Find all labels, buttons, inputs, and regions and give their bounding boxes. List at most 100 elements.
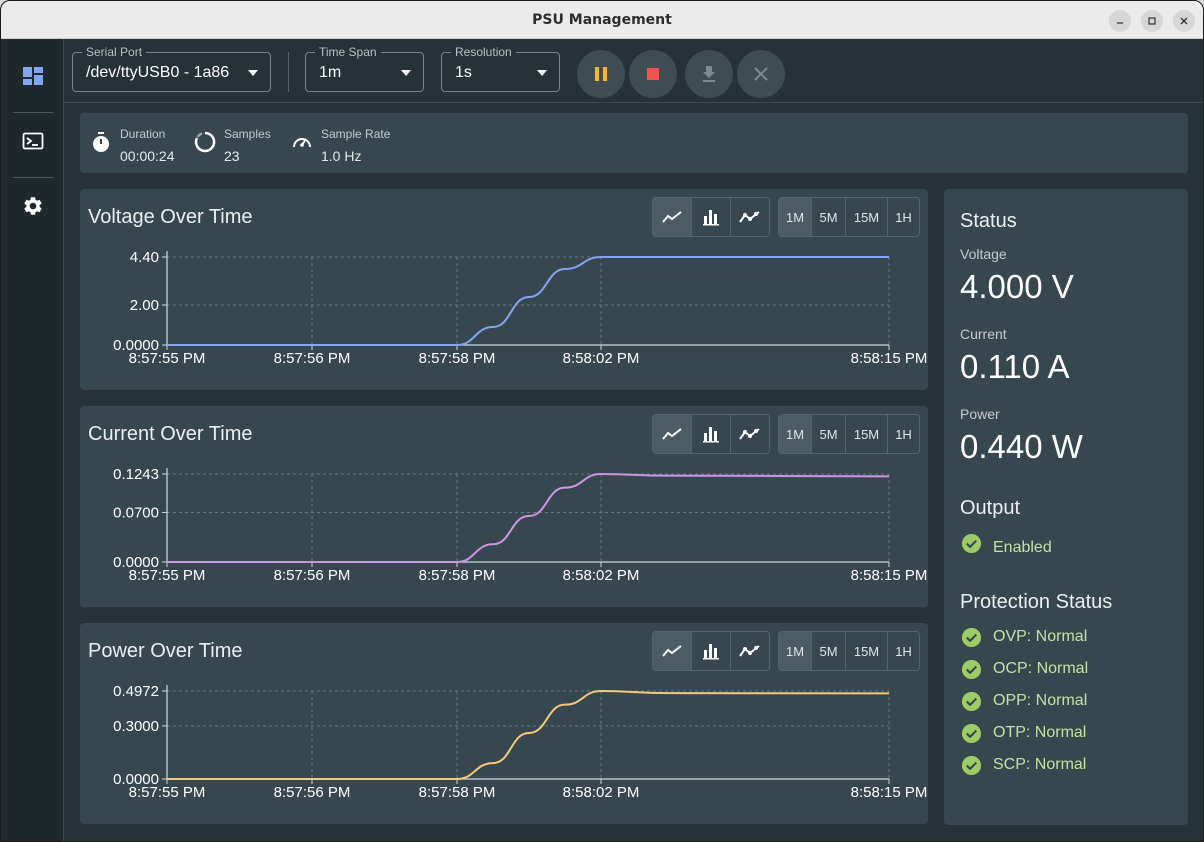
duration-label: Duration bbox=[120, 127, 166, 141]
protection-item: OCP: Normal bbox=[961, 658, 1088, 680]
dashboard-icon[interactable] bbox=[21, 64, 45, 88]
check-circle-icon bbox=[961, 691, 982, 711]
y-tick-label: 2.00 bbox=[130, 297, 159, 314]
x-tick-label: 8:57:58 PM bbox=[419, 350, 496, 367]
duration-value: 00:00:24 bbox=[120, 148, 175, 164]
bar-chart-icon[interactable] bbox=[692, 415, 731, 453]
current-chart-card: Current Over Time 1M 5M 15M 1H 0.1243 0.0700 0.… bbox=[80, 406, 928, 607]
voltage-chart-title: Voltage Over Time bbox=[88, 206, 253, 228]
protection-item-label: OVP: Normal bbox=[993, 628, 1088, 645]
time-span-select[interactable]: Time Span 1m bbox=[305, 45, 424, 92]
maximize-icon[interactable] bbox=[1141, 10, 1163, 32]
x-tick-label: 8:58:15 PM bbox=[851, 350, 928, 367]
voltage-value: 4.000 V bbox=[960, 268, 1074, 305]
settings-icon[interactable] bbox=[21, 194, 45, 218]
current-label: Current bbox=[960, 326, 1007, 342]
download-icon bbox=[703, 66, 715, 82]
line-chart-icon[interactable] bbox=[653, 415, 692, 453]
current-chart-title: Current Over Time bbox=[88, 423, 253, 445]
power-chart-plot: 0.49720.30000.00008:57:55 PM 8:57:56 PM 8:… bbox=[113, 683, 927, 801]
voltage-chart-plot: 4.402.000.00008:57:55 PM 8:57:56 PM 8:57:5… bbox=[113, 249, 928, 367]
check-circle-icon bbox=[961, 723, 982, 743]
current-chart-plot: 0.12430.07000.00008:57:55 PM 8:57:56 PM 8:… bbox=[113, 466, 928, 584]
samples-icon bbox=[194, 131, 216, 153]
y-tick-label: 0.4972 bbox=[113, 683, 159, 700]
output-status: Enabled bbox=[961, 532, 1052, 556]
serial-port-label: Serial Port bbox=[82, 45, 147, 59]
window-title: PSU Management bbox=[532, 11, 672, 28]
range-1h-button[interactable]: 1H bbox=[888, 415, 919, 453]
range-1m-button[interactable]: 1M bbox=[779, 632, 812, 670]
protection-title: Protection Status bbox=[960, 591, 1113, 613]
range-15m-button[interactable]: 15M bbox=[846, 198, 888, 236]
range-1m-button[interactable]: 1M bbox=[779, 198, 812, 236]
check-circle-icon bbox=[961, 627, 982, 647]
x-tick-label: 8:57:55 PM bbox=[129, 567, 206, 584]
x-tick-label: 8:57:56 PM bbox=[274, 350, 351, 367]
range-1h-button[interactable]: 1H bbox=[888, 198, 919, 236]
resolution-value: 1s bbox=[455, 64, 472, 81]
y-tick-label: 0.0700 bbox=[113, 504, 159, 521]
x-tick-label: 8:58:15 PM bbox=[851, 567, 928, 584]
sidebar bbox=[1, 39, 64, 841]
clear-button[interactable] bbox=[737, 50, 785, 98]
range-5m-button[interactable]: 5M bbox=[812, 632, 846, 670]
current-series-line bbox=[166, 472, 890, 563]
check-circle-icon bbox=[961, 755, 982, 775]
range-5m-button[interactable]: 5M bbox=[812, 415, 846, 453]
range-5m-button[interactable]: 5M bbox=[812, 198, 846, 236]
sample-rate-label: Sample Rate bbox=[321, 127, 391, 141]
protection-item: OPP: Normal bbox=[961, 690, 1087, 712]
x-tick-label: 8:57:55 PM bbox=[129, 784, 206, 801]
y-tick-label: 0.1243 bbox=[113, 466, 159, 483]
protection-item-label: OPP: Normal bbox=[993, 692, 1088, 709]
samples-label: Samples bbox=[224, 127, 271, 141]
scatter-line-icon[interactable] bbox=[731, 198, 769, 236]
sample-rate-value: 1.0 Hz bbox=[321, 148, 362, 164]
protection-item: OTP: Normal bbox=[961, 722, 1086, 744]
terminal-icon[interactable] bbox=[21, 129, 45, 153]
pause-icon bbox=[595, 67, 607, 81]
download-button[interactable] bbox=[685, 50, 733, 98]
range-15m-button[interactable]: 15M bbox=[846, 632, 888, 670]
power-chart-title: Power Over Time bbox=[88, 640, 243, 662]
chart-type-toggle bbox=[652, 631, 770, 671]
samples-value: 23 bbox=[224, 148, 240, 164]
status-panel: Status Voltage 4.000 V Current 0.110 A P… bbox=[944, 189, 1188, 825]
output-title: Output bbox=[960, 497, 1021, 519]
scatter-line-icon[interactable] bbox=[731, 415, 769, 453]
time-span-value: 1m bbox=[319, 64, 342, 81]
bar-chart-icon[interactable] bbox=[692, 632, 731, 670]
status-title: Status bbox=[960, 210, 1017, 232]
minimize-icon[interactable] bbox=[1109, 10, 1131, 32]
serial-port-select[interactable]: Serial Port /dev/ttyUSB0 - 1a86 bbox=[72, 45, 271, 92]
close-icon[interactable] bbox=[1173, 10, 1195, 32]
range-1h-button[interactable]: 1H bbox=[888, 632, 919, 670]
speedometer-icon bbox=[293, 138, 311, 148]
chevron-down-icon bbox=[248, 70, 258, 76]
line-chart-icon[interactable] bbox=[653, 632, 692, 670]
range-1m-button[interactable]: 1M bbox=[779, 415, 812, 453]
chevron-down-icon bbox=[401, 70, 411, 76]
power-label: Power bbox=[960, 406, 1000, 422]
chart-type-toggle bbox=[652, 197, 770, 237]
check-circle-icon bbox=[961, 659, 982, 679]
protection-item-label: SCP: Normal bbox=[993, 756, 1087, 773]
pause-button[interactable] bbox=[577, 50, 625, 98]
protection-item-label: OCP: Normal bbox=[993, 660, 1089, 677]
y-tick-label: 0.3000 bbox=[113, 718, 159, 735]
title-bar: PSU Management bbox=[1, 1, 1203, 39]
toolbar-divider bbox=[288, 52, 289, 92]
line-chart-icon[interactable] bbox=[653, 198, 692, 236]
range-15m-button[interactable]: 15M bbox=[846, 415, 888, 453]
stop-button[interactable] bbox=[629, 50, 677, 98]
timer-icon bbox=[93, 132, 109, 152]
chevron-down-icon bbox=[537, 70, 547, 76]
clear-icon bbox=[754, 67, 768, 81]
x-tick-label: 8:58:02 PM bbox=[563, 350, 640, 367]
protection-item: OVP: Normal bbox=[961, 626, 1087, 648]
resolution-select[interactable]: Resolution 1s bbox=[441, 45, 560, 92]
power-value: 0.440 W bbox=[960, 428, 1083, 465]
bar-chart-icon[interactable] bbox=[692, 198, 731, 236]
scatter-line-icon[interactable] bbox=[731, 632, 769, 670]
